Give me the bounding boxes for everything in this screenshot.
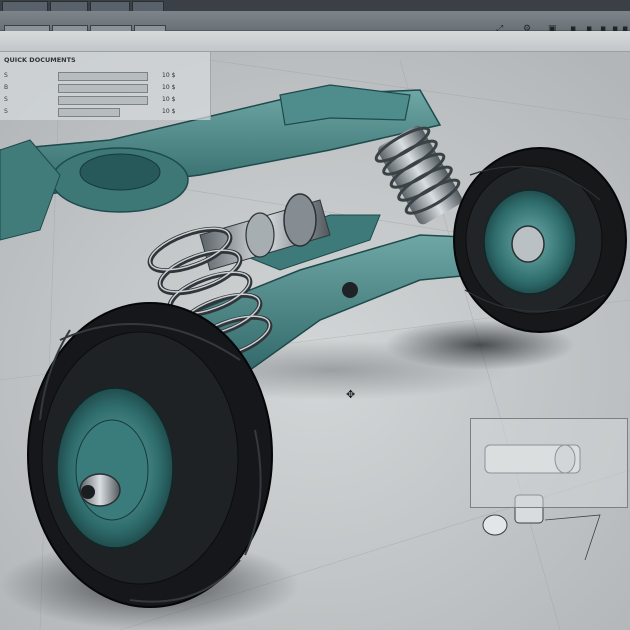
panel-slider[interactable] [58, 84, 148, 93]
move-cursor-icon: ✥ [346, 388, 356, 401]
panel-row-label: S [4, 72, 8, 79]
panel-value-text: 10 [162, 84, 170, 91]
rear-wheel[interactable] [453, 147, 627, 333]
panel-title: QUICK DOCUMENTS [4, 56, 76, 64]
menu-row [0, 31, 630, 52]
main-toolbar: ⤢ ⚙ ▣ ▪ ▪ ▪ ▪ ▪ [0, 11, 630, 40]
panel-slider[interactable] [58, 96, 148, 105]
panel-value[interactable]: 10 $ [162, 108, 175, 115]
panel-value-text: 10 [162, 72, 170, 79]
front-wheel[interactable] [27, 302, 273, 608]
panel-slider[interactable] [58, 108, 120, 117]
panel-value-text: 10 [162, 96, 170, 103]
panel-unit-text: $ [171, 96, 176, 103]
panel-slider[interactable] [58, 72, 148, 81]
panel-row-label: S [4, 96, 8, 103]
detail-inset-panel[interactable] [470, 418, 628, 508]
panel-row-label: B [4, 84, 9, 91]
panel-value[interactable]: 10 $ [162, 84, 175, 91]
panel-unit-text: $ [171, 72, 176, 79]
panel-value-text: 10 [162, 108, 170, 115]
properties-panel: QUICK DOCUMENTS S 10 $ B 10 $ S 10 $ S 1… [0, 52, 211, 120]
panel-value[interactable]: 10 $ [162, 96, 175, 103]
panel-value[interactable]: 10 $ [162, 72, 175, 79]
panel-row-label: S [4, 108, 8, 115]
panel-unit-text: $ [171, 108, 176, 115]
panel-unit-text: $ [171, 84, 176, 91]
title-bar [0, 0, 630, 12]
